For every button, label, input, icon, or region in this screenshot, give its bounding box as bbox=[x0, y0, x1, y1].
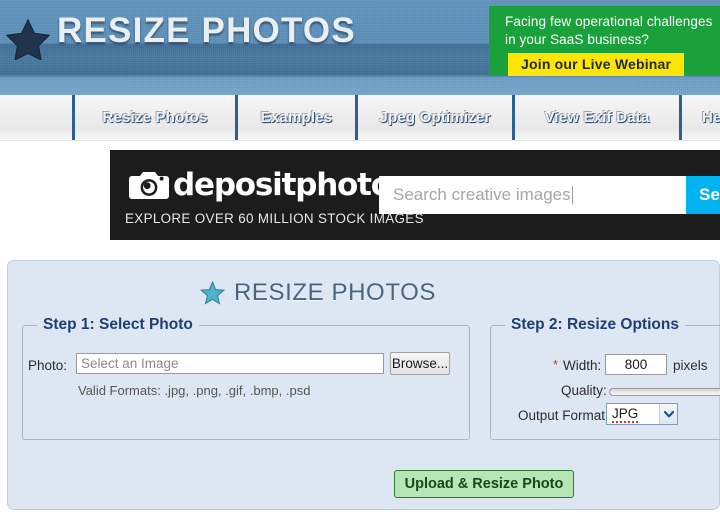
ad-headline-line2: in your SaaS business? bbox=[505, 32, 650, 47]
step2-legend: Step 2: Resize Options bbox=[505, 316, 685, 334]
page-root: RESIZE PHOTOS Facing few operational cha… bbox=[0, 0, 720, 520]
pixels-unit-label: pixels bbox=[673, 358, 708, 373]
ad-banner[interactable]: Facing few operational challenges in you… bbox=[489, 6, 720, 76]
creative-images-search-input[interactable]: Search creative images bbox=[379, 176, 686, 214]
valid-formats-hint: Valid Formats: .jpg, .png, .gif, .bmp, .… bbox=[78, 383, 311, 398]
star-icon bbox=[199, 280, 226, 305]
width-input-value: 800 bbox=[624, 357, 648, 372]
browse-button-label: Browse... bbox=[391, 356, 449, 371]
nav-label: He bbox=[702, 109, 720, 126]
search-placeholder-text: Search creative images bbox=[393, 185, 571, 204]
nav-item-help[interactable]: He bbox=[679, 95, 720, 140]
nav-label: Examples bbox=[260, 109, 333, 126]
output-format-select[interactable]: JPG bbox=[606, 403, 678, 425]
upload-resize-button[interactable]: Upload & Resize Photo bbox=[394, 470, 574, 498]
nav-item-view-exif-data[interactable]: View Exif Data bbox=[512, 95, 679, 140]
ad-cta-button[interactable]: Join our Live Webinar bbox=[508, 53, 685, 76]
nav-item-resize-photos[interactable]: Resize Photos bbox=[72, 95, 235, 140]
quality-slider[interactable] bbox=[609, 388, 720, 396]
upload-resize-button-label: Upload & Resize Photo bbox=[404, 476, 564, 492]
depositphotos-logo: depositphotos bbox=[129, 167, 409, 203]
creative-images-search-button[interactable]: Se bbox=[686, 176, 720, 214]
main-navigation: Resize Photos Examples Jpeg Optimizer Vi… bbox=[0, 95, 720, 141]
search-button-label: Se bbox=[699, 185, 720, 204]
nav-label: View Exif Data bbox=[544, 109, 650, 126]
step1-legend: Step 1: Select Photo bbox=[37, 316, 199, 334]
output-format-value: JPG bbox=[612, 406, 639, 423]
camera-icon bbox=[129, 169, 169, 201]
photo-file-input[interactable]: Select an Image bbox=[76, 353, 384, 374]
browse-button[interactable]: Browse... bbox=[390, 352, 450, 375]
main-title-text: RESIZE PHOTOS bbox=[233, 279, 437, 306]
depositphotos-wordmark: depositphotos bbox=[173, 167, 409, 203]
nav-item-jpeg-optimizer[interactable]: Jpeg Optimizer bbox=[355, 95, 512, 140]
depositphotos-ad-banner[interactable]: depositphotos EXPLORE OVER 60 MILLION ST… bbox=[110, 150, 720, 240]
text-caret bbox=[571, 186, 573, 204]
required-marker: * bbox=[553, 357, 559, 372]
main-heading: RESIZE PHOTOS bbox=[8, 279, 628, 307]
star-icon bbox=[5, 18, 51, 62]
ad-headline-line1: Facing few operational challenges bbox=[505, 14, 713, 29]
nav-item-examples[interactable]: Examples bbox=[235, 95, 355, 140]
nav-label: Jpeg Optimizer bbox=[379, 109, 491, 126]
nav-label: Resize Photos bbox=[102, 109, 208, 126]
quality-field-label: Quality: bbox=[561, 383, 607, 398]
photo-input-placeholder: Select an Image bbox=[81, 356, 179, 371]
page-title: RESIZE PHOTOS bbox=[57, 11, 356, 50]
output-format-label: Output Format: bbox=[518, 408, 609, 423]
photo-field-label: Photo: bbox=[28, 358, 68, 373]
chevron-down-icon[interactable] bbox=[659, 404, 677, 424]
width-field-label: Width: bbox=[563, 358, 602, 373]
width-input[interactable]: 800 bbox=[605, 354, 667, 375]
